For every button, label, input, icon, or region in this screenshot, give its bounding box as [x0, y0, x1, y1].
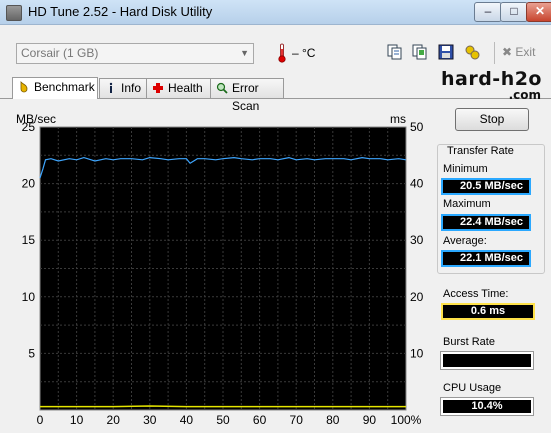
y-tick-label-right: 30: [410, 233, 424, 247]
average-label: Average:: [443, 235, 487, 247]
drive-select-value: Corsair (1 GB): [21, 46, 99, 60]
x-tick-label: 30: [143, 413, 157, 427]
tab-error-scan[interactable]: Error Scan: [210, 78, 284, 113]
tab-info[interactable]: Info: [99, 78, 148, 98]
tab-label: Health: [168, 81, 203, 95]
tab-health[interactable]: Health: [146, 78, 212, 98]
x-tick-label: 70: [290, 413, 304, 427]
x-tick-label: 0: [37, 413, 44, 427]
maximum-label: Maximum: [443, 198, 491, 210]
x-tick-label: 90: [363, 413, 377, 427]
x-tick-label: 50: [216, 413, 230, 427]
toolbar-divider: [494, 42, 495, 64]
thermometer-icon: [278, 43, 286, 63]
copy-info-icon[interactable]: [386, 43, 404, 61]
x-tick-label: 80: [326, 413, 340, 427]
exit-icon: ✖: [502, 45, 513, 59]
y-tick-label-right: 50: [410, 120, 424, 134]
minimum-value: 20.5 MB/sec: [441, 178, 531, 195]
exit-label: Exit: [515, 45, 536, 59]
cpu-usage-label: CPU Usage: [443, 382, 502, 394]
brand-logo: hard-h2o .com: [437, 68, 545, 102]
y-axis-right-unit: ms: [390, 112, 406, 126]
chevron-down-icon: ▼: [240, 48, 249, 58]
tab-label: Benchmark: [34, 80, 95, 94]
tab-label: Info: [121, 81, 142, 95]
average-value: 22.1 MB/sec: [441, 250, 531, 267]
stop-button[interactable]: Stop: [455, 108, 529, 131]
transfer-rate-title: Transfer Rate: [445, 145, 516, 157]
logo-sub-text: .com: [508, 88, 541, 102]
error-scan-icon: [216, 82, 228, 94]
close-button[interactable]: ✕: [526, 2, 551, 22]
y-tick-label-left: 15: [22, 233, 36, 247]
minimum-label: Minimum: [443, 163, 488, 175]
maximize-button[interactable]: □: [500, 2, 528, 22]
y-tick-label-left: 20: [22, 177, 36, 191]
y-tick-label-left: 25: [22, 120, 36, 134]
info-icon: [109, 82, 113, 93]
save-icon[interactable]: [437, 43, 455, 61]
temperature-value: – °C: [292, 46, 316, 60]
burst-rate-label: Burst Rate: [443, 336, 495, 348]
cpu-usage-value: 10.4%: [440, 397, 534, 416]
tab-benchmark[interactable]: Benchmark: [12, 77, 98, 99]
x-tick-label: 100%: [391, 413, 422, 427]
logo-main-text: hard-h2o: [440, 68, 542, 90]
options-icon[interactable]: [463, 43, 481, 61]
x-tick-label: 10: [70, 413, 84, 427]
y-tick-label-left: 10: [22, 290, 36, 304]
exit-button[interactable]: ✖ Exit: [502, 45, 535, 59]
x-tick-label: 20: [107, 413, 121, 427]
drive-select[interactable]: Corsair (1 GB) ▼: [16, 43, 254, 64]
y-tick-label-right: 20: [410, 290, 424, 304]
y-tick-label-right: 10: [410, 346, 424, 360]
access-time-value: 0.6 ms: [441, 303, 535, 320]
transfer-rate-chart: MB/sec ms51015202510203040500 10 20 30 40 50 60…: [16, 112, 424, 427]
y-tick-label-left: 5: [28, 346, 35, 360]
series-access-time: [40, 405, 406, 408]
x-tick-label: 60: [253, 413, 267, 427]
maximum-value: 22.4 MB/sec: [441, 214, 531, 231]
minimize-button[interactable]: –: [474, 2, 502, 22]
y-tick-label-right: 40: [410, 177, 424, 191]
copy-screenshot-icon[interactable]: [411, 43, 429, 61]
health-icon: [153, 83, 163, 93]
title-bar: HD Tune 2.52 - Hard Disk Utility – □ ✕: [0, 0, 551, 25]
app-icon: [6, 5, 22, 21]
benchmark-icon: [20, 81, 28, 93]
access-time-label: Access Time:: [443, 288, 509, 300]
x-tick-label: 40: [180, 413, 194, 427]
burst-rate-value: [440, 351, 534, 370]
window-title: HD Tune 2.52 - Hard Disk Utility: [28, 4, 213, 19]
